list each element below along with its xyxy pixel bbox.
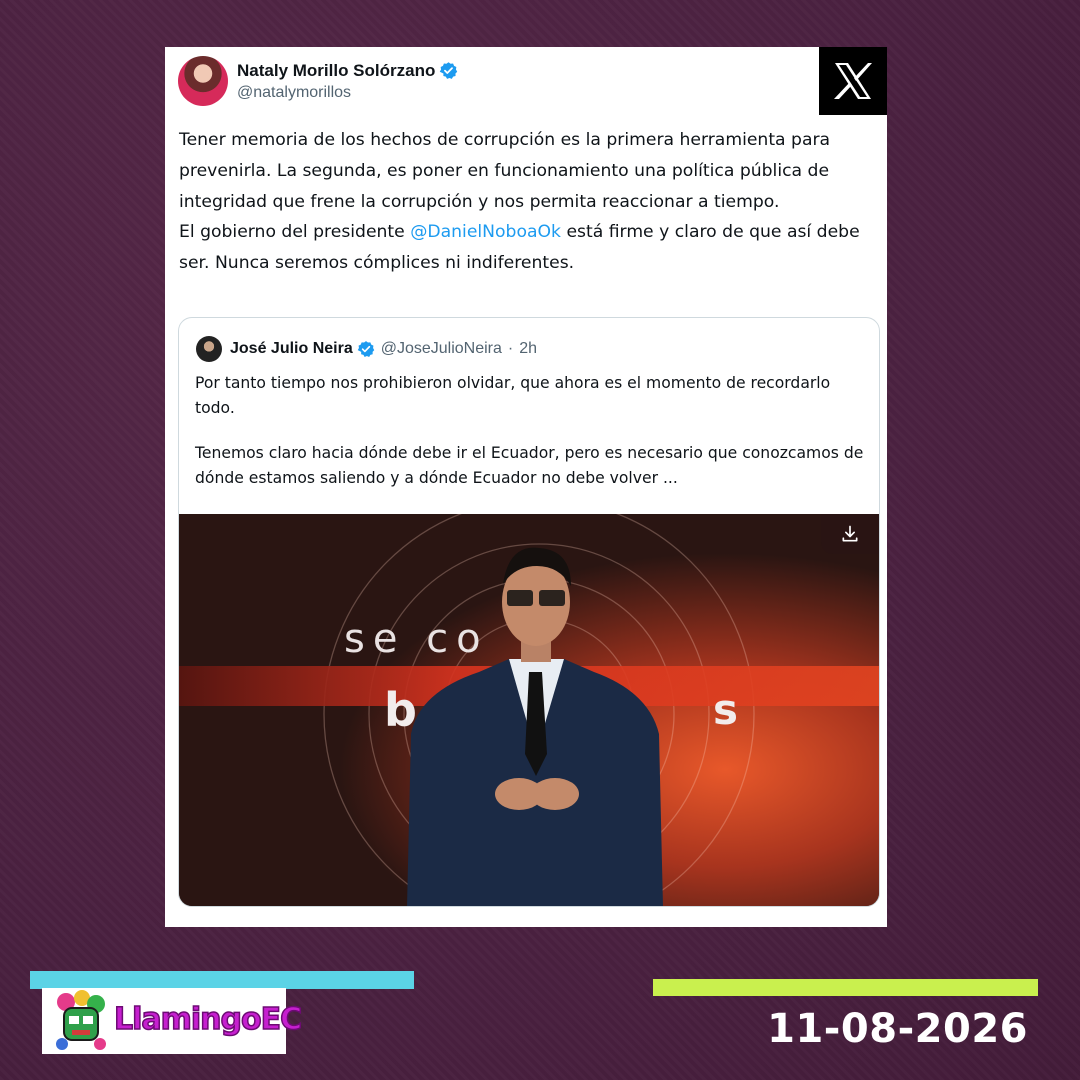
verified-badge-icon xyxy=(440,62,458,79)
tweet-header: Nataly Morillo Solórzano @natalymorillos xyxy=(178,56,458,106)
verified-badge-icon xyxy=(357,341,374,357)
quote-header: José Julio Neira @JoseJulioNeira · 2h xyxy=(196,336,537,362)
quote-separator: · xyxy=(507,340,514,357)
post-date: 11-08-2026 xyxy=(767,1006,1028,1052)
quoted-tweet[interactable]: José Julio Neira @JoseJulioNeira · 2h Po… xyxy=(178,317,880,907)
quote-avatar[interactable] xyxy=(196,336,222,362)
author-name[interactable]: Nataly Morillo Solórzano xyxy=(237,61,435,81)
brand-logo: LlamingoEC xyxy=(42,988,303,1054)
author-handle[interactable]: @natalymorillos xyxy=(237,84,458,102)
mention-link[interactable]: @DanielNoboaOk xyxy=(410,222,561,242)
tweet-body: Tener memoria de los hechos de corrupció… xyxy=(179,125,879,279)
tweet-paragraph: Tener memoria de los hechos de corrupció… xyxy=(179,130,831,212)
quote-time[interactable]: 2h xyxy=(519,340,537,358)
llama-mascot-icon xyxy=(56,990,106,1050)
avatar[interactable] xyxy=(178,56,228,106)
video-thumbnail: se co b s xyxy=(179,514,879,906)
author-name-row[interactable]: Nataly Morillo Solórzano xyxy=(237,61,458,81)
quote-paragraph-1: Por tanto tiempo nos prohibieron olvidar… xyxy=(195,374,831,417)
quote-body: Por tanto tiempo nos prohibieron olvidar… xyxy=(195,371,865,491)
quote-author-name[interactable]: José Julio Neira xyxy=(230,340,353,358)
quote-author-handle[interactable]: @JoseJulioNeira xyxy=(381,340,502,358)
tweet-card: Nataly Morillo Solórzano @natalymorillos… xyxy=(165,47,887,927)
download-icon xyxy=(842,525,858,542)
quote-media[interactable]: se co b s xyxy=(179,514,879,906)
footer-accent-bar-lime xyxy=(653,979,1038,996)
quote-paragraph-2: Tenemos claro hacia dónde debe ir el Ecu… xyxy=(195,444,864,487)
tweet-text-before: El gobierno del presidente xyxy=(179,222,411,243)
footer-accent-bar-cyan xyxy=(30,971,414,989)
brand-name: LlamingoEC xyxy=(113,1001,303,1038)
x-logo-icon xyxy=(819,47,887,115)
media-letter-s: s xyxy=(713,685,738,734)
media-title-top: se co xyxy=(344,616,489,662)
media-letter-b: b xyxy=(384,683,417,737)
tweet-paragraph-2: El gobierno del presidente @DanielNoboaO… xyxy=(179,217,879,279)
download-button[interactable] xyxy=(821,514,879,554)
